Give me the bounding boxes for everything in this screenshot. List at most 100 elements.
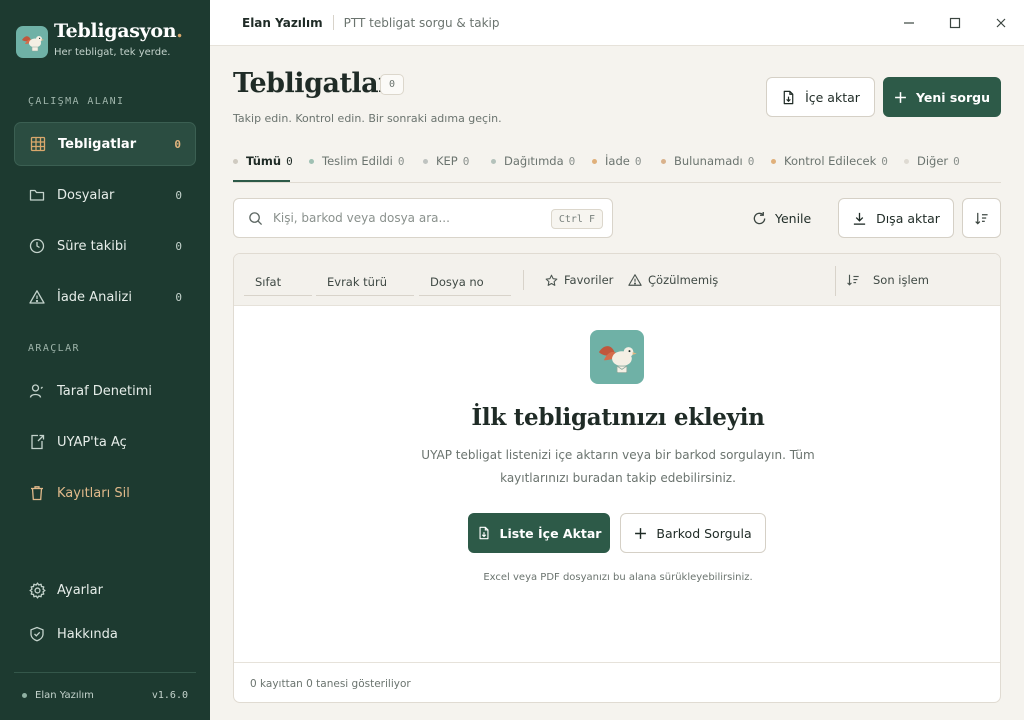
file-import-icon [781, 90, 796, 105]
external-file-icon [28, 433, 46, 451]
sort-options-button[interactable] [962, 198, 1001, 238]
tab-dagitimda[interactable]: Dağıtımda 0 [491, 140, 575, 182]
gear-icon [28, 581, 46, 599]
sidebar-item-label: Hakkında [57, 626, 118, 642]
import-button-label: İçe aktar [805, 89, 860, 105]
tab-label: İade [605, 154, 630, 168]
search-icon [248, 211, 263, 226]
sidebar-item-kayitlari-sil[interactable]: Kayıtları Sil [14, 471, 196, 515]
refresh-button[interactable]: Yenile [752, 198, 811, 238]
refresh-label: Yenile [775, 210, 812, 226]
tab-label: Diğer [917, 154, 949, 168]
export-button[interactable]: Dışa aktar [838, 198, 954, 238]
filter-unresolved[interactable]: Çözülmemiş [628, 268, 718, 292]
column-separator [523, 270, 524, 290]
bird-icon [16, 26, 48, 58]
titlebar-app-name: PTT tebligat sorgu & takip [343, 15, 500, 30]
export-button-label: Dışa aktar [876, 210, 940, 226]
page-subtitle: Takip edin. Kontrol edin. Bir sonraki ad… [233, 112, 502, 125]
tab-count: 0 [286, 154, 293, 168]
maximize-button[interactable] [943, 11, 967, 35]
new-query-button[interactable]: Yeni sorgu [883, 77, 1001, 117]
star-icon [545, 274, 558, 287]
tab-count: 0 [568, 154, 576, 168]
column-header-sifat[interactable]: Sıfat [244, 268, 312, 296]
sidebar-item-count: 0 [175, 239, 182, 253]
section-label-tools: ARAÇLAR [28, 343, 80, 354]
tab-dot [661, 158, 666, 164]
drop-hint: Excel veya PDF dosyanızı bu alana sürükl… [483, 572, 753, 583]
tab-dot [309, 158, 314, 164]
sidebar-item-count: 0 [175, 188, 182, 202]
list-import-button[interactable]: Liste İçe Aktar [468, 513, 610, 553]
tab-count: 0 [462, 154, 470, 168]
tab-tumu[interactable]: Tümü 0 [233, 140, 293, 182]
tab-teslim-edildi[interactable]: Teslim Edildi 0 [309, 140, 404, 182]
tab-count: 0 [953, 154, 960, 168]
close-icon [996, 18, 1006, 28]
sidebar-item-label: Dosyalar [57, 187, 115, 203]
bird-icon [590, 330, 644, 384]
footer-company-label: Elan Yazılım [35, 690, 94, 701]
search-box[interactable]: Ctrl F [233, 198, 613, 238]
footer-company: Elan Yazılım [22, 690, 94, 701]
new-query-button-label: Yeni sorgu [916, 89, 990, 105]
records-panel: Sıfat Evrak türü Dosya no Favoriler Çözü… [233, 253, 1001, 703]
warning-icon [628, 273, 642, 287]
plus-icon [894, 91, 907, 104]
tab-count: 0 [747, 154, 755, 168]
barcode-query-button[interactable]: Barkod Sorgula [620, 513, 766, 553]
column-header-evrak-turu[interactable]: Evrak türü [316, 268, 414, 296]
sidebar: Tebligasyon. Her tebligat, tek yerde. ÇA… [0, 0, 210, 720]
tab-count: 0 [397, 154, 405, 168]
filter-unresolved-label: Çözülmemiş [648, 273, 719, 287]
empty-state-title: İlk tebligatınızı ekleyin [471, 404, 765, 431]
sidebar-item-label: Süre takibi [57, 238, 127, 254]
sidebar-item-uyapta-ac[interactable]: UYAP'ta Aç [14, 420, 196, 464]
tab-diger[interactable]: Diğer 0 [904, 140, 960, 182]
brand[interactable]: Tebligasyon. Her tebligat, tek yerde. [16, 20, 183, 58]
grid-icon [29, 135, 47, 153]
tab-kontrol-edilecek[interactable]: Kontrol Edilecek 0 [771, 140, 888, 182]
tab-dot [771, 158, 776, 164]
tab-dot [592, 158, 597, 164]
tab-label: Kontrol Edilecek [784, 154, 877, 168]
tab-kep[interactable]: KEP 0 [423, 140, 469, 182]
download-icon [852, 211, 867, 226]
column-separator [835, 266, 836, 296]
sidebar-item-taraf-denetimi[interactable]: Taraf Denetimi [14, 369, 196, 413]
column-header-dosya-no[interactable]: Dosya no [419, 268, 511, 296]
minimize-button[interactable] [897, 11, 921, 35]
sidebar-item-iade-analizi[interactable]: İade Analizi 0 [14, 275, 196, 319]
sort-last-action-label: Son işlem [873, 273, 929, 287]
sidebar-item-label: UYAP'ta Aç [57, 434, 127, 450]
sidebar-item-tebligatlar[interactable]: Tebligatlar 0 [14, 122, 196, 166]
trash-icon [28, 484, 46, 502]
record-summary: 0 kayıttan 0 tanesi gösteriliyor [234, 662, 1000, 702]
tab-dot [423, 158, 428, 164]
sidebar-item-label: İade Analizi [57, 289, 132, 305]
maximize-icon [949, 17, 961, 29]
tab-iade[interactable]: İade 0 [592, 140, 641, 182]
filter-favorites[interactable]: Favoriler [545, 268, 613, 292]
sidebar-item-sure-takibi[interactable]: Süre takibi 0 [14, 224, 196, 268]
tab-label: KEP [436, 154, 458, 168]
sort-icon [846, 273, 860, 287]
tab-label: Bulunamadı [674, 154, 743, 168]
sort-last-action[interactable]: Son işlem [846, 268, 929, 292]
sidebar-item-count: 0 [174, 137, 181, 151]
search-input[interactable] [273, 211, 543, 225]
active-tab-indicator [233, 180, 290, 182]
close-button[interactable] [989, 11, 1013, 35]
minimize-icon [904, 22, 914, 24]
plus-icon [634, 527, 647, 540]
sidebar-item-ayarlar[interactable]: Ayarlar [14, 568, 196, 612]
sidebar-item-label: Taraf Denetimi [57, 383, 153, 399]
sidebar-item-hakkinda[interactable]: Hakkında [14, 612, 196, 656]
brand-name: Tebligasyon. [54, 20, 183, 42]
sidebar-item-dosyalar[interactable]: Dosyalar 0 [14, 173, 196, 217]
import-button[interactable]: İçe aktar [766, 77, 875, 117]
sidebar-item-count: 0 [175, 290, 182, 304]
version-label: v1.6.0 [151, 690, 188, 701]
tab-bulunamadi[interactable]: Bulunamadı 0 [661, 140, 754, 182]
